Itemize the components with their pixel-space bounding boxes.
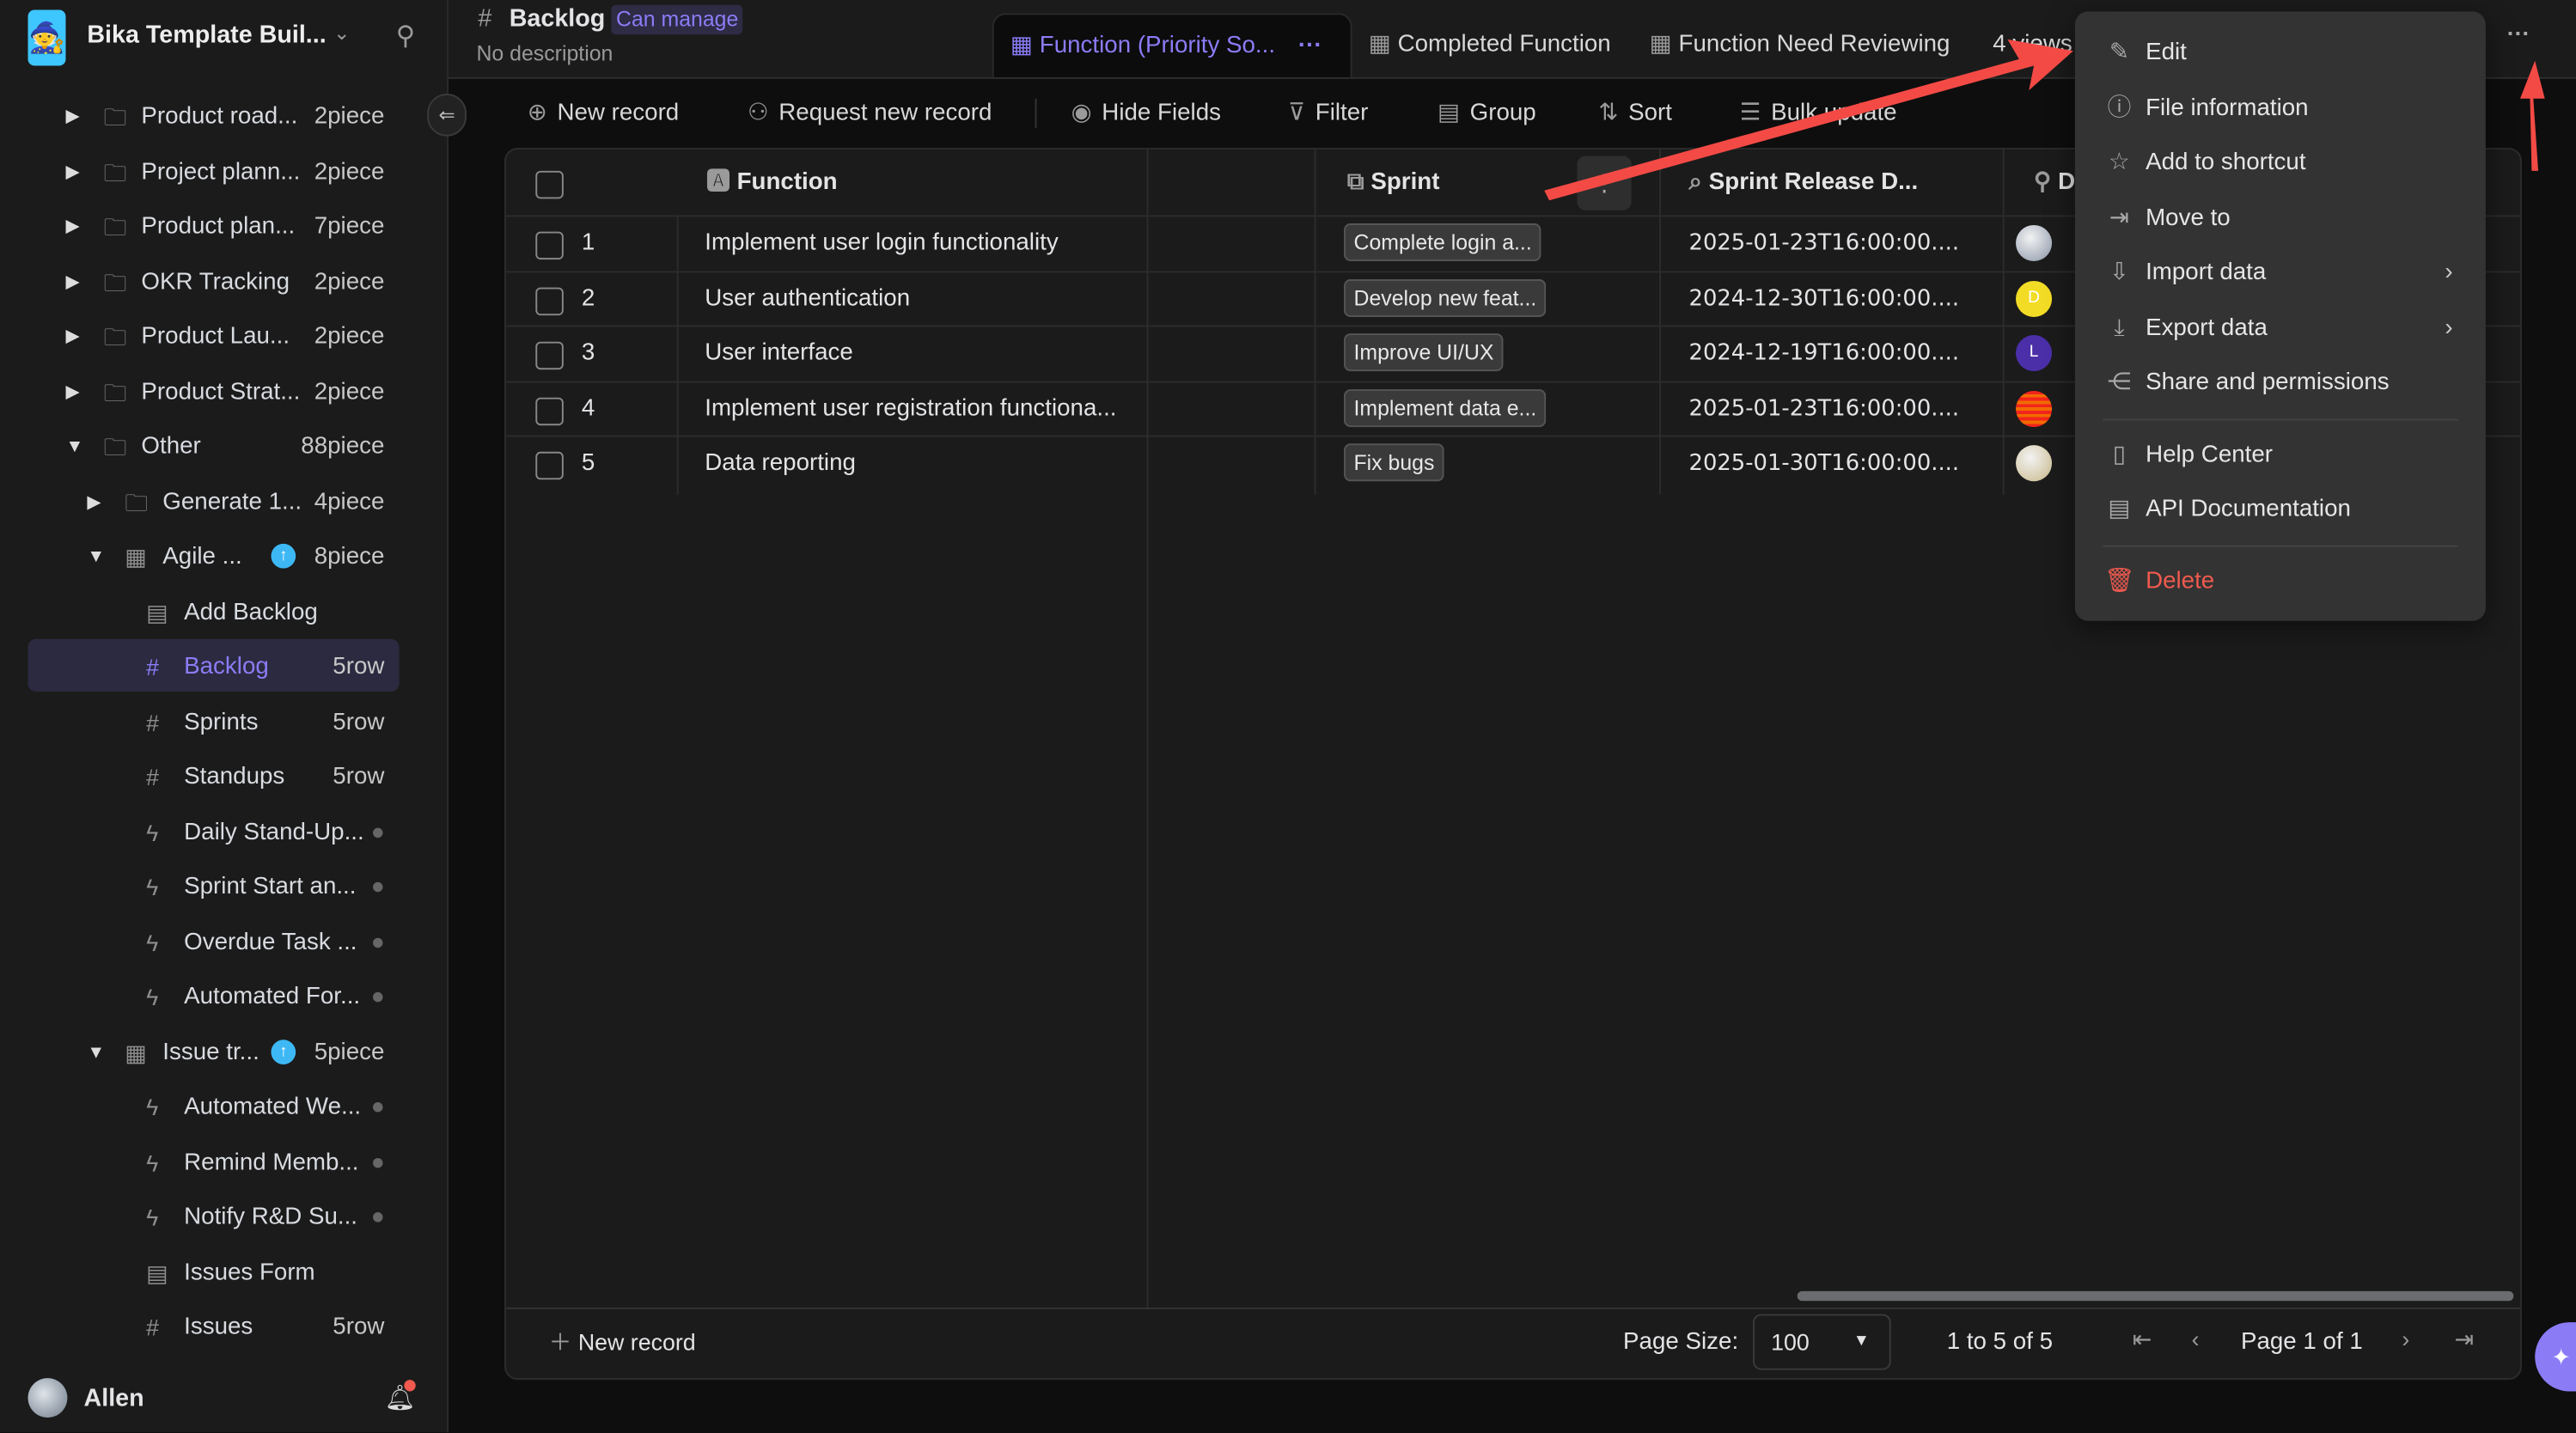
annotation-arrow-diagonal [1544, 39, 2073, 201]
annotation-arrows [1544, 39, 2545, 201]
annotation-arrow-vertical [2520, 60, 2545, 171]
